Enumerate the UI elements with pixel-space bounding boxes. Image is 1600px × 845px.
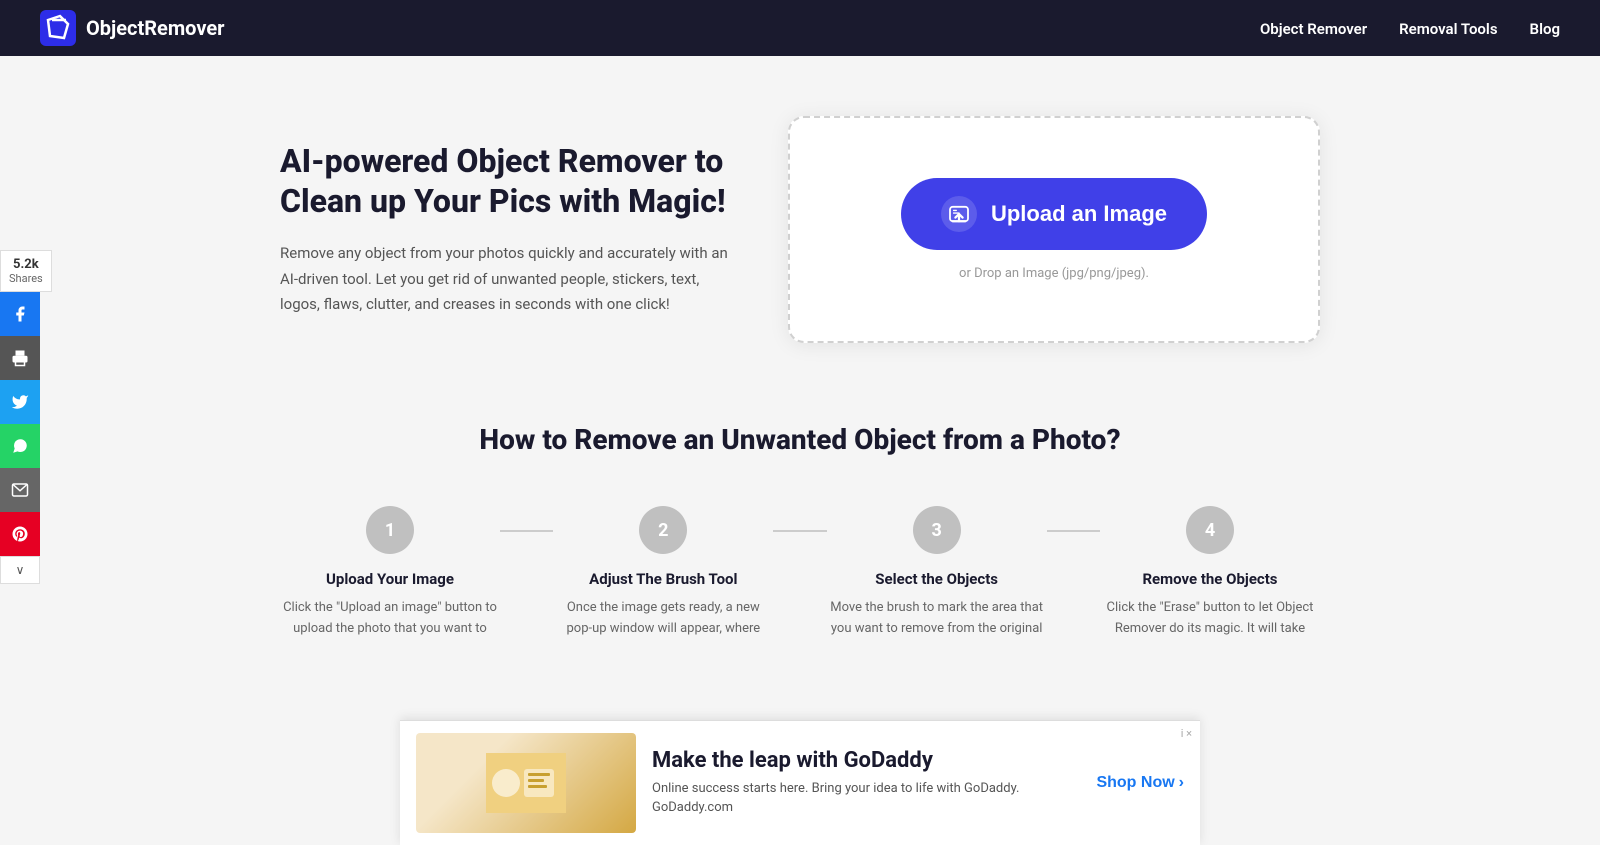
facebook-share-button[interactable] (0, 292, 40, 336)
connector-2-3 (773, 530, 826, 532)
upload-icon (941, 196, 977, 232)
connector-3-4 (1047, 530, 1100, 532)
step-3-circle: 3 (913, 506, 961, 554)
step-1-circle: 1 (366, 506, 414, 554)
step-4-desc: Click the "Erase" button to let Object R… (1100, 598, 1320, 640)
how-to-title: How to Remove an Unwanted Object from a … (280, 423, 1320, 456)
step-2-title: Adjust The Brush Tool (589, 570, 737, 588)
ad-image-icon (486, 753, 566, 813)
step-1-desc: Click the "Upload an image" button to up… (280, 598, 500, 640)
sidebar-collapse-button[interactable]: ∨ (0, 556, 40, 584)
step-4-circle: 4 (1186, 506, 1234, 554)
ad-controls: i × (1181, 727, 1192, 740)
ad-banner: i × Make the leap with GoDaddy Online su… (400, 720, 1200, 845)
step-4-title: Remove the Objects (1142, 570, 1277, 588)
print-icon (11, 349, 29, 367)
hero-section: AI-powered Object Remover to Clean up Yo… (280, 116, 1320, 343)
facebook-icon (11, 305, 29, 323)
nav-links: Object Remover Removal Tools Blog (1260, 19, 1560, 38)
pinterest-share-button[interactable] (0, 512, 40, 556)
ad-cta-button[interactable]: Shop Now › (1096, 774, 1184, 792)
ad-content: Make the leap with GoDaddy Online succes… (652, 748, 1080, 818)
logo[interactable]: ObjectRemover (40, 10, 224, 46)
main-content: AI-powered Object Remover to Clean up Yo… (200, 56, 1400, 720)
ad-badge[interactable]: i × (1181, 727, 1192, 740)
ad-description: Online success starts here. Bring your i… (652, 779, 1080, 818)
step-3-title: Select the Objects (875, 570, 998, 588)
step-1: 1 Upload Your Image Click the "Upload an… (280, 506, 500, 640)
twitter-icon (11, 393, 29, 411)
logo-icon (40, 10, 76, 46)
ad-image (416, 733, 636, 833)
hero-description: Remove any object from your photos quick… (280, 241, 728, 318)
share-count: 5.2k Shares (0, 250, 52, 292)
email-share-button[interactable] (0, 468, 40, 512)
ad-title: Make the leap with GoDaddy (652, 748, 1080, 773)
nav-object-remover[interactable]: Object Remover (1260, 20, 1367, 38)
navbar: ObjectRemover Object Remover Removal Too… (0, 0, 1600, 56)
hero-title: AI-powered Object Remover to Clean up Yo… (280, 141, 728, 221)
step-1-title: Upload Your Image (326, 570, 454, 588)
nav-removal-tools[interactable]: Removal Tools (1399, 20, 1497, 38)
connector-1-2 (500, 530, 553, 532)
twitter-share-button[interactable] (0, 380, 40, 424)
how-to-section: How to Remove an Unwanted Object from a … (280, 403, 1320, 680)
print-button[interactable] (0, 336, 40, 380)
hero-text: AI-powered Object Remover to Clean up Yo… (280, 141, 728, 318)
whatsapp-icon (11, 437, 29, 455)
step-4: 4 Remove the Objects Click the "Erase" b… (1100, 506, 1320, 640)
steps-container: 1 Upload Your Image Click the "Upload an… (280, 506, 1320, 640)
upload-drop-zone[interactable]: Upload an Image or Drop an Image (jpg/pn… (788, 116, 1320, 343)
step-2-desc: Once the image gets ready, a new pop-up … (553, 598, 773, 640)
upload-image-button[interactable]: Upload an Image (901, 178, 1207, 250)
social-sidebar: 5.2k Shares ∨ (0, 250, 52, 584)
step-2: 2 Adjust The Brush Tool Once the image g… (553, 506, 773, 640)
step-3-desc: Move the brush to mark the area that you… (827, 598, 1047, 640)
drop-hint: or Drop an Image (jpg/png/jpeg). (959, 266, 1149, 281)
pinterest-icon (11, 525, 29, 543)
nav-blog[interactable]: Blog (1530, 20, 1560, 38)
step-2-circle: 2 (639, 506, 687, 554)
chevron-right-icon: › (1179, 774, 1184, 792)
whatsapp-share-button[interactable] (0, 424, 40, 468)
email-icon (11, 481, 29, 499)
step-3: 3 Select the Objects Move the brush to m… (827, 506, 1047, 640)
